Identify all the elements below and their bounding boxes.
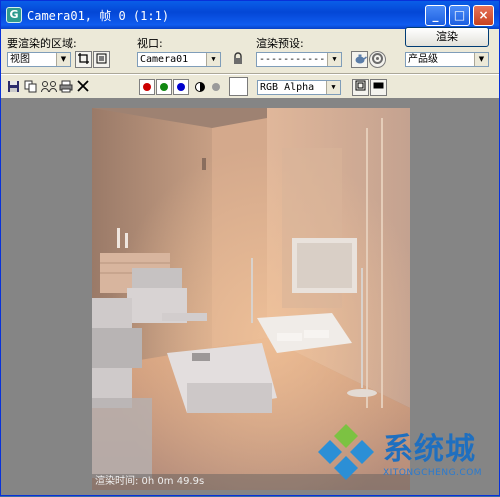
render-frame-window: G Camera01, 帧 0 (1:1) _ □ × 要渲染的区域: 视口: … xyxy=(0,0,500,496)
watermark-english: XITONGCHENG.COM xyxy=(383,468,483,478)
channel-display-icon[interactable] xyxy=(352,79,369,96)
area-label: 要渲染的区域: xyxy=(7,37,77,50)
toolbar-separator xyxy=(1,73,499,75)
preset-select[interactable]: ------------------- ▼ xyxy=(256,52,342,67)
red-channel-toggle[interactable] xyxy=(139,79,155,95)
area-select-value: 视图 xyxy=(10,54,30,65)
green-dot-icon xyxy=(160,83,168,91)
quality-select[interactable]: 产品级 ▼ xyxy=(405,52,489,67)
maximize-button[interactable]: □ xyxy=(449,5,470,26)
printer-icon[interactable] xyxy=(59,80,73,94)
clear-icon[interactable] xyxy=(76,80,90,94)
auto-region-icon[interactable] xyxy=(93,51,110,68)
green-channel-toggle[interactable] xyxy=(156,79,172,95)
preset-label: 渲染预设: xyxy=(256,37,304,50)
window-title: Camera01, 帧 0 (1:1) xyxy=(27,9,170,23)
black-rect-icon[interactable] xyxy=(370,79,387,96)
quality-select-value: 产品级 xyxy=(408,54,438,65)
site-watermark: 系统城 XITONGCHENG.COM xyxy=(311,422,500,497)
blue-dot-icon xyxy=(177,83,185,91)
chevron-down-icon: ▼ xyxy=(56,53,70,66)
clone-window-icon[interactable] xyxy=(40,80,58,94)
close-button[interactable]: × xyxy=(473,5,494,26)
title-bar[interactable]: G Camera01, 帧 0 (1:1) _ □ × xyxy=(1,1,499,29)
diamond-logo-icon xyxy=(318,424,374,480)
viewport-select-value: Camera01 xyxy=(140,54,189,65)
color-swatch[interactable] xyxy=(229,77,248,96)
area-select[interactable]: 视图 ▼ xyxy=(7,52,71,67)
teapot-icon[interactable] xyxy=(351,51,368,68)
render-button[interactable]: 渲染 xyxy=(405,27,489,47)
chevron-down-icon: ▼ xyxy=(327,53,341,66)
viewport-label: 视口: xyxy=(137,37,163,50)
chevron-down-icon: ▼ xyxy=(474,53,488,66)
chevron-down-icon: ▼ xyxy=(206,53,220,66)
minimize-button[interactable]: _ xyxy=(425,5,446,26)
gear-icon[interactable] xyxy=(369,51,386,68)
lock-icon[interactable] xyxy=(231,52,245,66)
floppy-icon[interactable] xyxy=(6,80,20,94)
viewport-select[interactable]: Camera01 ▼ xyxy=(137,52,221,67)
channel-select[interactable]: RGB Alpha ▼ xyxy=(257,80,341,95)
copy-icon[interactable] xyxy=(23,80,37,94)
crop-icon[interactable] xyxy=(75,51,92,68)
chevron-down-icon: ▼ xyxy=(326,81,340,94)
half-circle-icon[interactable] xyxy=(193,81,207,95)
channel-select-value: RGB Alpha xyxy=(260,82,315,93)
app-icon: G xyxy=(6,7,22,23)
red-dot-icon xyxy=(143,83,151,91)
watermark-chinese: 系统城 xyxy=(383,432,476,467)
grey-dot-icon[interactable] xyxy=(209,81,223,95)
blue-channel-toggle[interactable] xyxy=(173,79,189,95)
